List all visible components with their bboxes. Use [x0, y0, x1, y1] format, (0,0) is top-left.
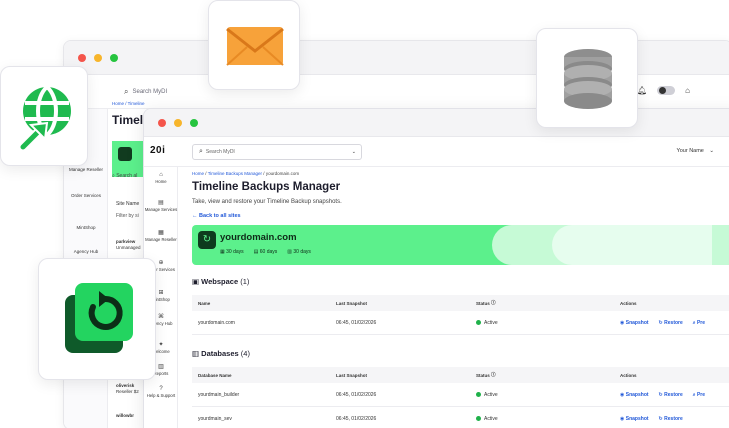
database-icon [564, 49, 612, 109]
back-to-sites-link[interactable]: ← Back to all sites [192, 213, 241, 219]
back-toolbar-icons: 🔔︎ ⌂ [637, 86, 690, 95]
domain-name: yourdomain.com [220, 232, 297, 243]
status-badge: Active [476, 407, 498, 428]
back-sidebar-item-agency[interactable]: Agency Hub [66, 249, 106, 255]
breadcrumb-section[interactable]: Timeline Backups Manager [208, 171, 262, 176]
databases-table-header: Database Name Last Snapshot Status ⓘ Act… [192, 367, 729, 383]
preview-button[interactable]: ⌕ Pre [693, 392, 705, 398]
snapshot-button[interactable]: ◉ Snapshot [620, 320, 649, 326]
maximize-dot[interactable] [190, 119, 198, 127]
snapshot-button[interactable]: ◉ Snapshot [620, 392, 649, 398]
row-actions: ◉ Snapshot ↻ Restore ⌕ Pre [620, 383, 715, 406]
main-content: Home / Timeline Backups Manager / yourdo… [192, 167, 729, 428]
back-sidebar-item-reseller[interactable]: Manage Reseller [66, 167, 106, 173]
table-row: yourdmain_builder 06:45, 01/02/2026 Acti… [192, 383, 729, 407]
envelope-tile [208, 0, 300, 90]
retention-stat: ▤ 60 days [253, 249, 278, 255]
info-icon: ⓘ [491, 372, 496, 377]
table-row: yourdmain_sev 06:45, 01/02/2026 Active ◉… [192, 407, 729, 428]
back-list-item[interactable]: parkview Unmanaged [116, 239, 141, 251]
reseller-icon: ▦ [158, 230, 164, 236]
back-domain-icon [118, 147, 132, 161]
back-search-placeholder: Search MyDI [132, 89, 168, 95]
status-badge: Active [476, 383, 498, 406]
sidebar-item-help[interactable]: ? Help & Support [144, 386, 178, 398]
breadcrumb-current: yourdomain.com [265, 171, 300, 176]
back-filter-select[interactable]: Filter by si [116, 213, 139, 219]
services-icon: ▤ [158, 200, 164, 206]
databases-section-title: ▥ Databases (4) [192, 349, 250, 358]
minimize-dot[interactable] [94, 54, 102, 62]
webspace-section-title: ▣ Webspace (1) [192, 277, 250, 286]
restore-tile [38, 258, 156, 380]
status-badge: Active [476, 311, 498, 334]
search-icon: ⌕ [124, 87, 129, 96]
restore-button[interactable]: ↻ Restore [659, 320, 683, 326]
chevron-down-icon: ⌄ [709, 148, 714, 154]
restore-button[interactable]: ↻ Restore [659, 416, 683, 422]
database-tile [536, 28, 638, 128]
back-site-search[interactable]: ⌕ Search al [112, 173, 137, 179]
front-topbar: 20i ⌕ Search MyDI ⌄ Your Name ⌄ [144, 137, 729, 167]
restore-button[interactable]: ↻ Restore [659, 392, 683, 398]
close-dot[interactable] [78, 54, 86, 62]
preview-button[interactable]: ⌕ Pre [693, 320, 705, 326]
theme-toggle[interactable] [657, 86, 676, 95]
info-icon: ⓘ [491, 300, 496, 305]
user-menu[interactable]: Your Name ⌄ [677, 148, 714, 154]
front-window: 20i ⌕ Search MyDI ⌄ Your Name ⌄ ⌂ Home ▤ M… [143, 108, 729, 428]
restore-icon: ↻ [198, 231, 216, 249]
sidebar-item-manage-services[interactable]: ▤ Manage Services [144, 200, 178, 212]
front-titlebar [144, 109, 729, 137]
close-dot[interactable] [158, 119, 166, 127]
chevron-down-icon: ⌄ [351, 149, 356, 155]
back-sidebar-item-order[interactable]: Order Services [66, 193, 106, 199]
retention-stats: ▦ 30 days ▤ 60 days ▥ 30 days [220, 249, 311, 255]
row-actions: ◉ Snapshot ↻ Restore ⌕ Pre [620, 311, 715, 334]
breadcrumb: Home / Timeline Backups Manager / yourdo… [192, 171, 300, 176]
logo[interactable]: 20i [150, 145, 165, 156]
back-list-item[interactable]: willowbr [116, 413, 134, 419]
domain-card: ↻ yourdomain.com ▦ 30 days ▤ 60 days ▥ 3… [192, 225, 729, 265]
folder-icon: ▣ [192, 277, 202, 286]
back-breadcrumb[interactable]: Home / Timeline [112, 101, 145, 106]
back-sidebar-item-mintshop[interactable]: MintShop [66, 225, 106, 231]
card-wave [552, 225, 712, 265]
restore-icon [65, 283, 133, 353]
breadcrumb-home[interactable]: Home [192, 171, 204, 176]
database-icon: ▥ [192, 349, 202, 358]
retention-stat: ▥ 30 days [287, 249, 311, 255]
back-site-name-header: Site Name [116, 201, 140, 207]
front-search-placeholder: Search MyDI [205, 149, 235, 155]
webspace-table-header: Name Last Snapshot Status ⓘ Actions [192, 295, 729, 311]
page-title: Timeline Backups Manager [192, 181, 341, 193]
snapshot-button[interactable]: ◉ Snapshot [620, 416, 649, 422]
table-row: yourdomain.com 06:45, 01/02/2026 Active … [192, 311, 729, 335]
maximize-dot[interactable] [110, 54, 118, 62]
help-icon: ? [159, 386, 163, 392]
stage: ⌕ Search MyDI 🔔︎ ⌂ Manage Reseller Order… [0, 0, 729, 428]
globe-arrow-icon [18, 85, 71, 152]
row-actions: ◉ Snapshot ↻ Restore [620, 407, 693, 428]
minimize-dot[interactable] [174, 119, 182, 127]
search-icon: ⌕ [199, 148, 203, 155]
page-subtitle: Take, view and restore your Timeline Bac… [192, 199, 342, 205]
envelope-icon [226, 27, 284, 66]
home-icon: ⌂ [159, 172, 163, 178]
front-search-input[interactable]: ⌕ Search MyDI ⌄ [192, 144, 362, 160]
sidebar-item-home[interactable]: ⌂ Home [144, 172, 178, 184]
sidebar-item-manage-reseller[interactable]: ▦ Manage Reseller [144, 230, 178, 242]
globe-tile [0, 66, 88, 166]
back-list-item[interactable]: oliverisk Reseller $2 [116, 383, 139, 395]
basket-icon[interactable]: ⌂ [685, 86, 690, 95]
retention-stat: ▦ 30 days [220, 249, 244, 255]
